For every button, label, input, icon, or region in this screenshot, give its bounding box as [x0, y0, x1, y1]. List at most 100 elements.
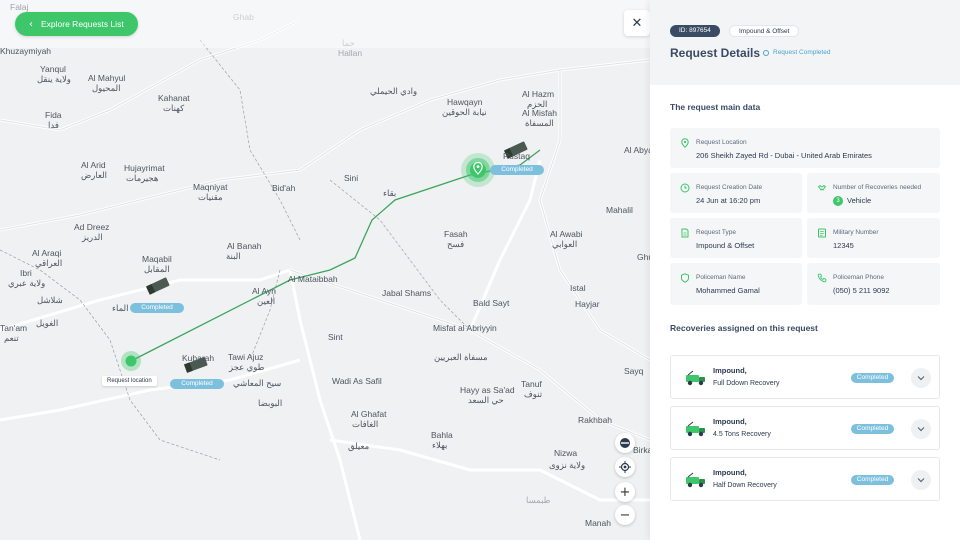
map-label: Yanqul — [40, 64, 66, 74]
map-label: المحيول — [92, 83, 121, 93]
location-pin-icon — [681, 138, 689, 148]
explore-requests-button[interactable]: ‹ Explore Requests List — [15, 12, 138, 36]
map-label: Manah — [585, 518, 611, 528]
map-label: Ghu — [637, 252, 650, 262]
map-label: تنوف — [524, 389, 543, 399]
recovery-title: Impound, — [713, 366, 747, 375]
map-label: Al Arid — [81, 160, 106, 170]
map-label: Hallan — [338, 48, 363, 58]
map-label: Al Abya — [624, 145, 650, 155]
map-label: ولاية نزوى — [549, 460, 586, 470]
map-label: Al Awabi — [550, 229, 583, 239]
map-label: الماء — [112, 303, 129, 313]
map-label: Al Ghafat — [351, 409, 387, 419]
field-label: Request Creation Date — [696, 184, 763, 191]
field-value: Impound & Offset — [696, 241, 755, 250]
handshake-icon — [817, 184, 827, 191]
field-value: Mohammed Gamal — [696, 286, 760, 295]
map-label: Rakhbah — [578, 415, 613, 425]
location-pin-icon — [473, 162, 483, 175]
close-icon: ✕ — [631, 15, 643, 31]
recoveries-unit: Vehicle — [847, 196, 872, 205]
recovery-status-badge: Completed — [851, 475, 894, 485]
creation-date-card: Request Creation Date 24 Jun at 16:20 pm — [670, 173, 802, 213]
zoom-in-button[interactable]: + — [615, 482, 635, 502]
field-label: Military Number — [833, 229, 879, 236]
map-label: Ad Dreez — [74, 222, 110, 232]
truck-marker-icon[interactable] — [144, 276, 174, 296]
expand-button[interactable] — [911, 368, 931, 388]
request-details-panel: ID: 897654 Impound & Offset Request Deta… — [650, 0, 960, 540]
map-label: هجيرمات — [126, 173, 159, 183]
map-label: مقنيات — [198, 192, 223, 202]
chevron-down-icon — [917, 376, 925, 381]
map-label: فسح — [447, 239, 465, 249]
zoom-out-button[interactable]: − — [615, 505, 635, 525]
recovery-status-badge: Completed — [851, 373, 894, 383]
request-status-text: Request Completed — [773, 49, 831, 56]
map-label: معيلق — [348, 441, 370, 451]
field-value: 3 Vehicle — [833, 196, 872, 207]
map-label: Al Ayn — [252, 286, 276, 296]
map-label: Al Mataibbah — [288, 274, 338, 284]
recovery-subtitle: Full Ddown Recovery — [713, 380, 780, 387]
tow-truck-icon — [686, 370, 705, 386]
map-label: Kahanat — [158, 93, 190, 103]
map-label: Jabal Shams — [382, 288, 432, 298]
map-label: المقابل — [144, 264, 170, 274]
expand-button[interactable] — [911, 470, 931, 490]
status-dot-icon — [763, 49, 769, 56]
map-label: Bahla — [431, 430, 453, 440]
chevron-left-icon: ‹ — [29, 18, 33, 30]
marker-status-badge: Completed — [490, 165, 544, 175]
request-location-card: Request Location 206 Sheikh Zayed Rd - D… — [670, 128, 940, 168]
crosshair-icon — [619, 461, 631, 473]
map-label: مسفاة العبريين — [434, 352, 488, 362]
map-label: العوابي — [552, 239, 578, 249]
map-label: Bald Sayt — [473, 298, 510, 308]
recovery-item[interactable]: Impound, 4.5 Tons Recovery Completed — [670, 406, 940, 450]
map-label: Birkat al Mouz — [633, 445, 650, 455]
id-card-icon — [818, 228, 826, 238]
map-label: Hayjar — [575, 299, 600, 309]
document-icon — [681, 228, 689, 238]
map-label: نيابة الحوقين — [442, 107, 487, 117]
recovery-subtitle: 4.5 Tons Recovery — [713, 431, 771, 438]
map-label: العراقي — [35, 258, 63, 268]
request-status: Request Completed — [763, 49, 830, 56]
map-label: الغافات — [352, 419, 379, 429]
map-label: شلاشل — [37, 295, 63, 305]
compass-button[interactable] — [615, 433, 635, 453]
field-label: Request Location — [696, 139, 747, 146]
map-label: فدا — [48, 120, 59, 130]
marker-status-badge: Completed — [170, 379, 224, 389]
map-label: Hayy as Sa'ad — [460, 385, 515, 395]
my-location-button[interactable] — [615, 457, 635, 477]
tow-truck-icon — [686, 472, 705, 488]
map-label: العارض — [81, 170, 108, 180]
map-view[interactable]: Falaj Ghab حما Hallan Khuzaymiyah Yanqul… — [0, 0, 650, 540]
close-button[interactable]: ✕ — [624, 10, 650, 36]
field-label: Policeman Name — [696, 274, 746, 281]
recovery-item[interactable]: Impound, Half Down Recovery Completed — [670, 457, 940, 501]
map-label: وادي الحيملي — [370, 86, 418, 96]
map-label: Sini — [344, 173, 359, 183]
clock-icon — [680, 183, 690, 193]
map-label: البوبضا — [258, 398, 283, 408]
map-label: كهنات — [163, 103, 185, 113]
expand-button[interactable] — [911, 419, 931, 439]
recovery-item[interactable]: Impound, Full Ddown Recovery Completed — [670, 355, 940, 399]
recovery-title: Impound, — [713, 417, 747, 426]
section-title-main-data: The request main data — [670, 102, 761, 112]
field-value: 12345 — [833, 241, 854, 250]
explore-requests-label: Explore Requests List — [41, 19, 124, 29]
map-label: Sint — [328, 332, 343, 342]
map-label: بهلاء — [432, 440, 448, 450]
map-label: Al Hazm — [522, 89, 555, 99]
recoveries-count-badge: 3 — [833, 196, 843, 207]
map-label: Fasah — [444, 229, 468, 239]
map-label: Istal — [570, 283, 586, 293]
map-label: حي السعد — [468, 395, 504, 405]
map-label: Tawi Ajuz — [228, 352, 264, 362]
field-label: Policeman Phone — [833, 274, 884, 281]
